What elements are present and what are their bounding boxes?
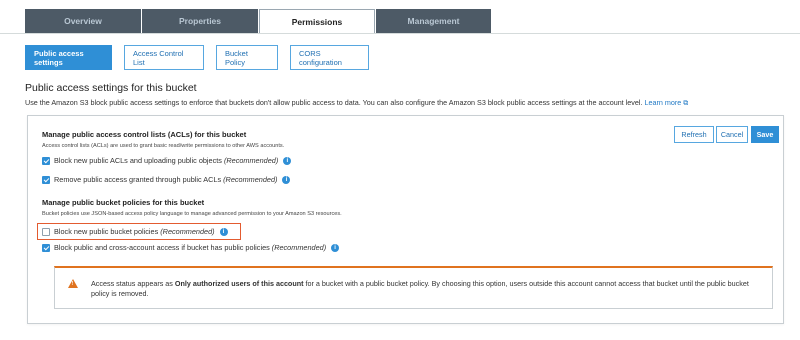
top-tab-bar: Overview Properties Permissions Manageme… [0,0,800,34]
option-label: Block new public bucket policies [54,227,159,236]
warning-alert: ! Access status appears as Only authoriz… [54,266,773,309]
subtab-public-access-settings[interactable]: Public access settings [25,45,112,70]
tab-permissions[interactable]: Permissions [259,9,375,34]
policy-section-description: Bucket policies use JSON-based access po… [42,211,342,217]
checkbox-block-new-acls[interactable] [42,156,50,165]
description-text: Use the Amazon S3 block public access se… [25,98,643,107]
checkbox-remove-public-acls[interactable] [42,175,50,184]
info-icon[interactable]: i [331,243,340,252]
page-description: Use the Amazon S3 block public access se… [25,98,688,108]
checkbox-block-new-bucket-policies[interactable] [42,227,50,236]
checkbox-block-cross-account[interactable] [42,243,50,252]
recommended-label: (Recommended) [160,227,215,236]
option-label: Block public and cross-account access if… [54,243,270,252]
save-button[interactable]: Save [751,126,779,143]
subtab-cors-configuration[interactable]: CORS configuration [290,45,369,70]
info-icon[interactable]: i [283,156,292,165]
option-label: Block new public ACLs and uploading publ… [54,156,222,165]
warning-bold-text: Only authorized users of this account [174,279,304,288]
info-icon[interactable]: i [219,227,228,236]
cancel-button[interactable]: Cancel [716,126,748,143]
policy-option-block-cross-account: Block public and cross-account access if… [42,243,340,252]
learn-more-link[interactable]: Learn more ⧉ [644,98,688,107]
acl-option-remove-public: Remove public access granted through pub… [42,175,291,184]
info-icon[interactable]: i [282,175,291,184]
acl-section-title: Manage public access control lists (ACLs… [42,130,247,139]
warning-icon: ! [68,279,78,288]
permission-subtabs: Public access settings Access Control Li… [25,45,381,70]
tab-overview[interactable]: Overview [25,9,141,33]
recommended-label: (Recommended) [223,175,278,184]
policy-option-block-new: Block new public bucket policies (Recomm… [42,227,228,236]
acl-section-description: Access control lists (ACLs) are used to … [42,143,285,149]
recommended-label: (Recommended) [223,156,279,165]
external-link-icon: ⧉ [683,98,689,107]
main-tabs: Overview Properties Permissions Manageme… [25,9,492,34]
option-label: Remove public access granted through pub… [54,175,222,184]
tab-properties[interactable]: Properties [142,9,258,33]
recommended-label: (Recommended) [271,243,327,252]
tab-management[interactable]: Management [376,9,491,33]
subtab-access-control-list[interactable]: Access Control List [124,45,204,70]
subtab-bucket-policy[interactable]: Bucket Policy [216,45,278,70]
warning-text: Access status appears as Only authorized… [91,279,749,298]
refresh-button[interactable]: Refresh [674,126,714,143]
acl-option-block-new: Block new public ACLs and uploading publ… [42,156,292,165]
page-title: Public access settings for this bucket [25,82,197,94]
tab-divider [0,33,800,34]
policy-section-title: Manage public bucket policies for this b… [42,198,205,207]
